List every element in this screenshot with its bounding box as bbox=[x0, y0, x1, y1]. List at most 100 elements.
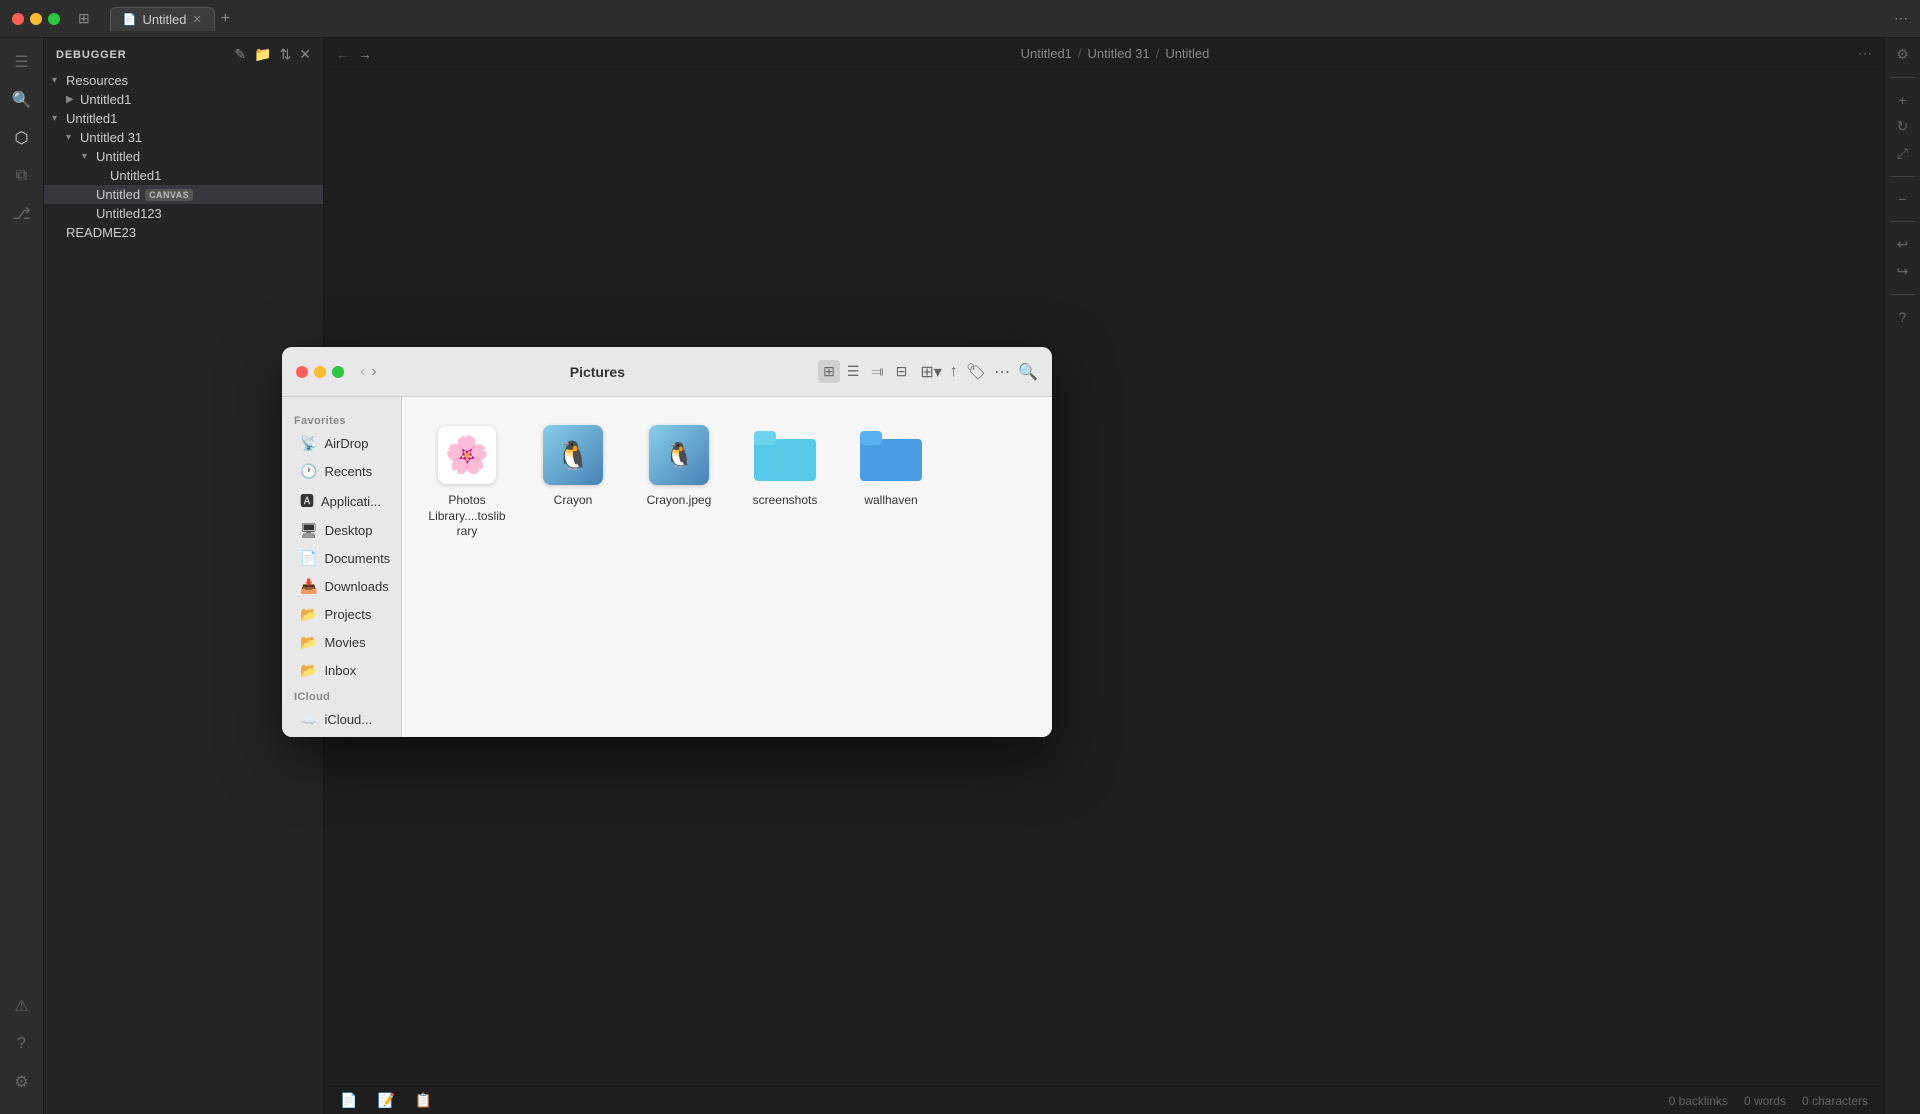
finder-minimize-button[interactable] bbox=[314, 366, 326, 378]
sort-icon[interactable]: ⇅ bbox=[280, 46, 292, 63]
finder-sidebar-item-documents[interactable]: 📄 Documents bbox=[288, 545, 395, 572]
file-icon[interactable]: 📄 bbox=[340, 1092, 357, 1109]
finder-sidebar-label: Recents bbox=[324, 464, 372, 479]
finder-sidebar: Favorites 📡 AirDrop 🕐 Recents 🅰 Applicat… bbox=[282, 397, 402, 737]
titlebar-icons: ⊞ bbox=[78, 10, 90, 27]
new-tab-button[interactable]: + bbox=[221, 10, 230, 28]
activity-git-icon[interactable]: ⎇ bbox=[6, 198, 38, 230]
sidebar-item-untitled31[interactable]: ▾ Untitled 31 bbox=[44, 128, 323, 147]
finder-sidebar-item-desktop[interactable]: 🖥 Desktop bbox=[288, 517, 395, 544]
crayon-jpeg-wrap: 🐧 bbox=[649, 425, 709, 485]
finder-item-photos-library[interactable]: 🌸 Photos Library....toslibrary bbox=[422, 417, 512, 546]
sidebar-item-untitled123[interactable]: ▶ Untitled123 bbox=[44, 204, 323, 223]
breadcrumb-untitled1[interactable]: Untitled1 bbox=[1021, 46, 1072, 61]
finder-group-button[interactable]: ⊞▾ bbox=[920, 362, 941, 382]
finder-forward-button[interactable]: › bbox=[371, 363, 376, 381]
finder-sidebar-item-airdrop[interactable]: 📡 AirDrop bbox=[288, 430, 395, 457]
sidebar-item-untitled1-collapsed[interactable]: ▶ Untitled1 bbox=[44, 90, 323, 109]
file-text-icon[interactable]: 📝 bbox=[377, 1092, 394, 1109]
fullscreen-icon[interactable]: ⤢ bbox=[1897, 145, 1908, 162]
finder-sidebar-item-projects[interactable]: 📂 Projects bbox=[288, 601, 395, 628]
more-icon[interactable]: ⋯ bbox=[1858, 45, 1872, 62]
activity-explorer-icon[interactable]: ☰ bbox=[6, 46, 38, 78]
gallery-view-button[interactable]: ⊟ bbox=[891, 360, 913, 383]
more-options-icon[interactable]: ⋯ bbox=[1894, 10, 1908, 27]
breadcrumb-untitled[interactable]: Untitled bbox=[1165, 46, 1209, 61]
finder-item-crayon-jpeg[interactable]: 🐧 Crayon.jpeg bbox=[634, 417, 724, 546]
forward-arrow-icon[interactable]: → bbox=[358, 46, 372, 62]
activity-search-icon[interactable]: 🔍 bbox=[6, 84, 38, 116]
new-file-icon[interactable]: ✎ bbox=[234, 46, 246, 63]
back-arrow-icon[interactable]: ← bbox=[336, 46, 350, 62]
sidebar-item-untitled1-root[interactable]: ▾ Untitled1 bbox=[44, 109, 323, 128]
tab-untitled[interactable]: 📄 Untitled ✕ bbox=[110, 7, 215, 31]
sidebar-item-untitled1-leaf[interactable]: ▶ Untitled1 bbox=[44, 166, 323, 185]
zoom-minus-icon[interactable]: − bbox=[1898, 191, 1906, 207]
crayon-jpeg-icon: 🐧 bbox=[647, 423, 711, 487]
finder-item-screenshots[interactable]: screenshots bbox=[740, 417, 830, 546]
chevron-right-icon: ▶ bbox=[66, 94, 78, 105]
sidebar-item-resources[interactable]: ▾ Resources bbox=[44, 71, 323, 90]
finder-more-button[interactable]: ⋯ bbox=[994, 362, 1010, 382]
activity-debug-icon[interactable]: ⬡ bbox=[6, 122, 38, 154]
file-code-icon[interactable]: 📋 bbox=[415, 1092, 432, 1109]
finder-tag-button[interactable]: 🏷 bbox=[966, 362, 986, 382]
finder-back-button[interactable]: ‹ bbox=[360, 363, 365, 381]
sidebar-item-untitled[interactable]: ▾ Untitled bbox=[44, 147, 323, 166]
finder-sidebar-item-recents[interactable]: 🕐 Recents bbox=[288, 458, 395, 485]
applications-icon: 🅰 bbox=[300, 491, 314, 511]
tab-close-button[interactable]: ✕ bbox=[193, 13, 202, 26]
activity-extensions-icon[interactable]: ⧉ bbox=[6, 160, 38, 192]
finder-sidebar-item-inbox[interactable]: 📂 Inbox bbox=[288, 657, 395, 684]
finder-item-crayon[interactable]: 🐧 Crayon bbox=[528, 417, 618, 546]
statusbar-left: 📄 📝 📋 bbox=[340, 1092, 432, 1109]
statusbar: 📄 📝 📋 0 backlinks 0 words 0 characters bbox=[324, 1086, 1884, 1114]
finder-share-button[interactable]: ↑ bbox=[950, 363, 958, 381]
sidebar-item-readme23[interactable]: ▶ README23 bbox=[44, 223, 323, 242]
finder-sidebar-item-movies[interactable]: 📂 Movies bbox=[288, 629, 395, 656]
tabs-bar: 📄 Untitled ✕ + bbox=[110, 7, 1886, 31]
close-button[interactable] bbox=[12, 13, 24, 25]
new-folder-icon[interactable]: 📁 bbox=[254, 46, 271, 63]
help-icon[interactable]: ? bbox=[1899, 309, 1907, 325]
icon-view-button[interactable]: ⊞ bbox=[818, 360, 840, 383]
finder-close-button[interactable] bbox=[296, 366, 308, 378]
editor-topbar: ← → Untitled1 / Untitled 31 / Untitled ⋯ bbox=[324, 38, 1884, 70]
activity-help-icon[interactable]: ? bbox=[6, 1028, 38, 1060]
close-sidebar-icon[interactable]: ✕ bbox=[299, 46, 311, 63]
sidebar-toggle-icon[interactable]: ⊞ bbox=[78, 10, 90, 27]
column-view-button[interactable]: ⫥ bbox=[866, 360, 888, 383]
refresh-icon[interactable]: ↻ bbox=[1897, 118, 1909, 135]
finder-item-wallhaven[interactable]: wallhaven bbox=[846, 417, 936, 546]
finder-search-button[interactable]: 🔍 bbox=[1018, 362, 1038, 382]
finder-sidebar-label: iCloud... bbox=[324, 712, 372, 727]
sidebar-item-untitled-canvas[interactable]: ▶ Untitled CANVAS bbox=[44, 185, 323, 204]
finder-sidebar-item-icloud[interactable]: ☁️ iCloud... bbox=[288, 706, 395, 733]
screenshots-folder-icon bbox=[753, 423, 817, 487]
separator-4 bbox=[1891, 294, 1915, 295]
traffic-lights bbox=[12, 13, 60, 25]
redo-icon[interactable]: ↪ bbox=[1897, 263, 1909, 280]
finder-favorites-label: Favorites bbox=[282, 409, 401, 429]
finder-maximize-button[interactable] bbox=[332, 366, 344, 378]
finder-sidebar-label: Inbox bbox=[324, 663, 356, 678]
inbox-icon: 📂 bbox=[300, 662, 317, 679]
finder-sidebar-item-downloads[interactable]: 📥 Downloads bbox=[288, 573, 395, 600]
undo-icon[interactable]: ↩ bbox=[1897, 236, 1909, 253]
breadcrumb-untitled31[interactable]: Untitled 31 bbox=[1088, 46, 1150, 61]
list-view-button[interactable]: ☰ bbox=[842, 360, 865, 383]
activity-issues-icon[interactable]: ⚠ bbox=[6, 990, 38, 1022]
finder-icloud-label: iCloud bbox=[282, 685, 401, 705]
finder-title: Pictures bbox=[385, 364, 810, 380]
settings-icon[interactable]: ⚙ bbox=[1896, 46, 1909, 63]
tab-label: Untitled bbox=[142, 12, 186, 27]
screenshots-label: screenshots bbox=[753, 493, 818, 509]
minimize-button[interactable] bbox=[30, 13, 42, 25]
finder-sidebar-item-shared[interactable]: 📁 Shared bbox=[288, 734, 395, 737]
zoom-in-icon[interactable]: + bbox=[1898, 92, 1906, 108]
separator bbox=[1891, 77, 1915, 78]
finder-titlebar: ‹ › Pictures ⊞ ☰ ⫥ ⊟ ⊞▾ ↑ 🏷 ⋯ 🔍 bbox=[282, 347, 1052, 397]
activity-settings-icon[interactable]: ⚙ bbox=[6, 1066, 38, 1098]
finder-sidebar-item-applications[interactable]: 🅰 Applicati... bbox=[288, 486, 395, 516]
maximize-button[interactable] bbox=[48, 13, 60, 25]
